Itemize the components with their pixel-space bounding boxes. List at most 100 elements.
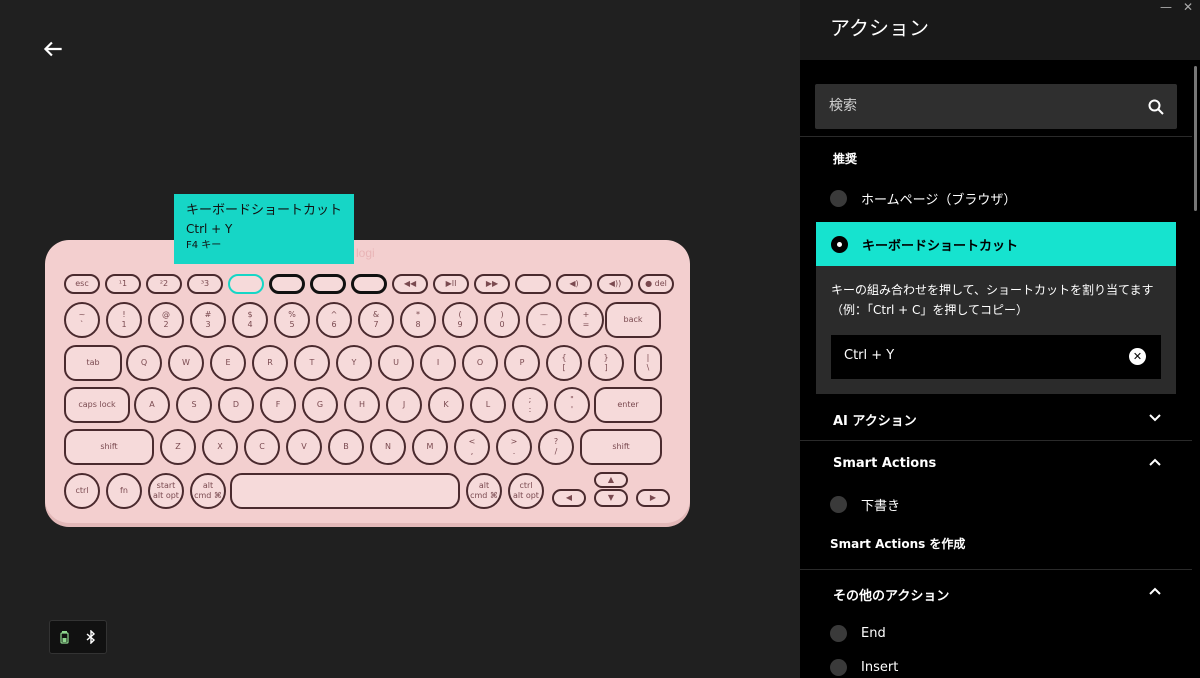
keyboard-key[interactable]: I [420,345,456,381]
keyboard-key[interactable]: Y [336,345,372,381]
keyboard-key[interactable]: ▼ [594,489,628,507]
group-smart-actions[interactable]: Smart Actions [800,442,1192,486]
keyboard-key[interactable]: ³3 [187,274,223,294]
keyboard-key[interactable]: P [504,345,540,381]
keyboard-key[interactable]: alt cmd ⌘ [190,473,226,509]
keyboard-key[interactable]: D [218,387,254,423]
keyboard-key[interactable]: esc [64,274,100,294]
option-keyboard-shortcut[interactable]: キーボードショートカット [816,222,1176,266]
keyboard-key[interactable]: ◀) [556,274,592,294]
keyboard-key[interactable]: fn [106,473,142,509]
keyboard-key[interactable]: ctrl alt opt [508,473,544,509]
scrollbar-thumb[interactable] [1194,66,1197,211]
keyboard-key[interactable]: J [386,387,422,423]
keyboard-key[interactable]: {[ [546,345,582,381]
keyboard-key[interactable]: alt cmd ⌘ [466,473,502,509]
group-other-actions[interactable]: その他のアクション [800,571,1192,615]
keyboard-key[interactable]: ! 1 [106,302,142,338]
keyboard-key[interactable]: shift [64,429,154,465]
keyboard-key[interactable]: shift [580,429,662,465]
keyboard-key[interactable]: ◀ [552,489,586,507]
keyboard-key[interactable]: ▶ [636,489,670,507]
keyboard-key[interactable]: }] [588,345,624,381]
keyboard-key[interactable] [228,274,264,294]
keyboard-key[interactable] [515,274,551,294]
keyboard-key[interactable]: C [244,429,280,465]
keyboard-key[interactable]: $4 [232,302,268,338]
keyboard-key[interactable]: enter [594,387,662,423]
keyboard-key[interactable]: ◀◀ [392,274,428,294]
radio-button[interactable] [830,190,847,207]
keyboard-key[interactable]: start alt opt [148,473,184,509]
keyboard-key[interactable]: back [605,302,661,338]
keyboard-key[interactable]: #3 [190,302,226,338]
keyboard-key[interactable]: W [168,345,204,381]
keyboard-key[interactable]: L [470,387,506,423]
keyboard-key[interactable]: U [378,345,414,381]
keyboard-key[interactable]: — – [526,302,562,338]
keyboard-key[interactable]: ? / [538,429,574,465]
group-ai-actions[interactable]: AI アクション [800,396,1192,440]
radio-selected[interactable] [831,235,848,253]
keyboard-key[interactable]: <, [454,429,490,465]
keyboard-key[interactable]: V [286,429,322,465]
keyboard-key[interactable]: F [260,387,296,423]
keyboard-key[interactable]: @2 [148,302,184,338]
keyboard-key[interactable]: O [462,345,498,381]
keyboard-key[interactable]: ²2 [146,274,182,294]
keyboard-key[interactable]: + = [568,302,604,338]
keyboard-key[interactable]: N [370,429,406,465]
keyboard-key[interactable] [351,274,387,294]
keyboard-key[interactable]: >. [496,429,532,465]
keyboard-key[interactable]: G [302,387,338,423]
shortcut-input[interactable]: Ctrl + Y ✕ [831,335,1161,379]
keyboard-key[interactable] [310,274,346,294]
keyboard-key[interactable]: " ' [554,387,590,423]
create-smart-actions-link[interactable]: Smart Actions を作成 [830,535,965,552]
back-button[interactable] [40,36,66,62]
keyboard-key[interactable]: ) 0 [484,302,520,338]
keyboard-key[interactable]: Q [126,345,162,381]
keyboard-key[interactable]: ● del [638,274,674,294]
keyboard-key[interactable]: T [294,345,330,381]
keyboard-key[interactable]: tab [64,345,122,381]
close-button[interactable]: ✕ [1178,0,1198,16]
panel-scrollbar[interactable] [1192,60,1198,678]
keyboard-key[interactable]: ▶▶ [474,274,510,294]
radio-button[interactable] [830,496,847,513]
keyboard-key[interactable]: * 8 [400,302,436,338]
keyboard-key[interactable]: | \ [634,345,662,381]
keyboard-key[interactable]: H [344,387,380,423]
keyboard-key[interactable] [269,274,305,294]
keyboard-key[interactable]: A [134,387,170,423]
keyboard-key[interactable]: caps lock [64,387,130,423]
keyboard-key[interactable] [230,473,460,509]
keyboard-key[interactable]: ◀)) [597,274,633,294]
keyboard-key[interactable]: & 7 [358,302,394,338]
keyboard-key[interactable]: X [202,429,238,465]
minimize-button[interactable]: — [1156,0,1176,16]
option-draft[interactable]: 下書き [830,495,900,514]
keyboard-key[interactable]: B [328,429,364,465]
keyboard-key[interactable]: ~ ` [64,302,100,338]
keyboard-key[interactable]: M [412,429,448,465]
keyboard-key[interactable]: (9 [442,302,478,338]
keyboard-key[interactable]: S [176,387,212,423]
option-insert[interactable]: Insert [830,659,898,676]
keyboard-key[interactable]: ¹1 [105,274,141,294]
keyboard-key[interactable]: K [428,387,464,423]
clear-icon[interactable]: ✕ [1129,348,1146,365]
keyboard-key[interactable]: % 5 [274,302,310,338]
keyboard-key[interactable]: ctrl [64,473,100,509]
keyboard-key[interactable]: R [252,345,288,381]
option-homepage[interactable]: ホームページ（ブラウザ） [830,189,1016,208]
keyboard-key[interactable]: ▲ [594,472,628,488]
keyboard-key[interactable]: ^ 6 [316,302,352,338]
keyboard-key[interactable]: ▶II [433,274,469,294]
search-input[interactable] [829,92,1129,120]
keyboard-key[interactable]: ;: [512,387,548,423]
search-icon[interactable] [1147,98,1165,116]
radio-button[interactable] [830,625,847,642]
radio-button[interactable] [830,659,847,676]
keyboard-key[interactable]: Z [160,429,196,465]
